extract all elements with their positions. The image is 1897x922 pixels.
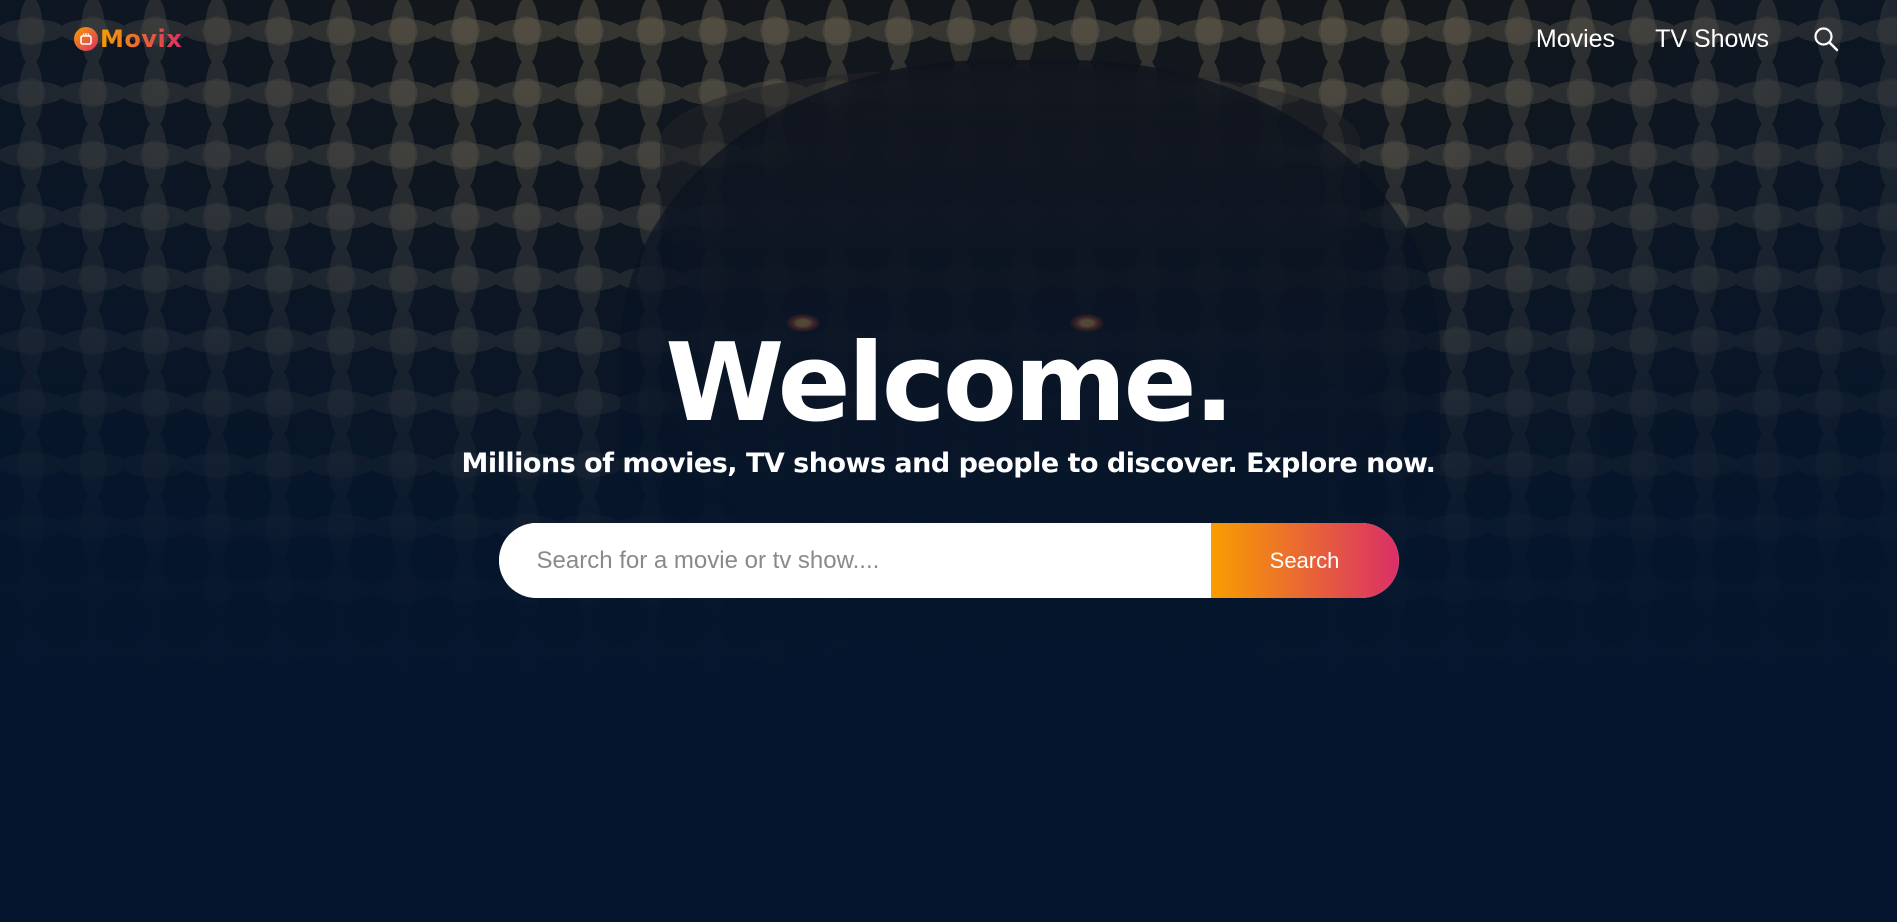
search-input[interactable] xyxy=(498,523,1211,598)
nav-tv-shows[interactable]: TV Shows xyxy=(1655,25,1769,54)
hero-section: Welcome. Millions of movies, TV shows an… xyxy=(0,330,1897,598)
logo-icon xyxy=(74,27,98,51)
logo[interactable]: Movix xyxy=(74,25,182,53)
hero-search-bar: Search xyxy=(498,523,1399,598)
logo-text: Movix xyxy=(100,25,183,53)
page: Movix Movies TV Shows Welcome. Millions … xyxy=(0,0,1897,922)
main-nav: Movies TV Shows xyxy=(1496,25,1839,54)
nav-movies[interactable]: Movies xyxy=(1536,25,1615,54)
search-button[interactable]: Search xyxy=(1210,523,1399,598)
site-header: Movix Movies TV Shows xyxy=(0,0,1897,78)
search-icon[interactable] xyxy=(1813,26,1839,52)
hero-title: Welcome. xyxy=(665,321,1235,446)
hero-subtitle: Millions of movies, TV shows and people … xyxy=(461,448,1436,479)
